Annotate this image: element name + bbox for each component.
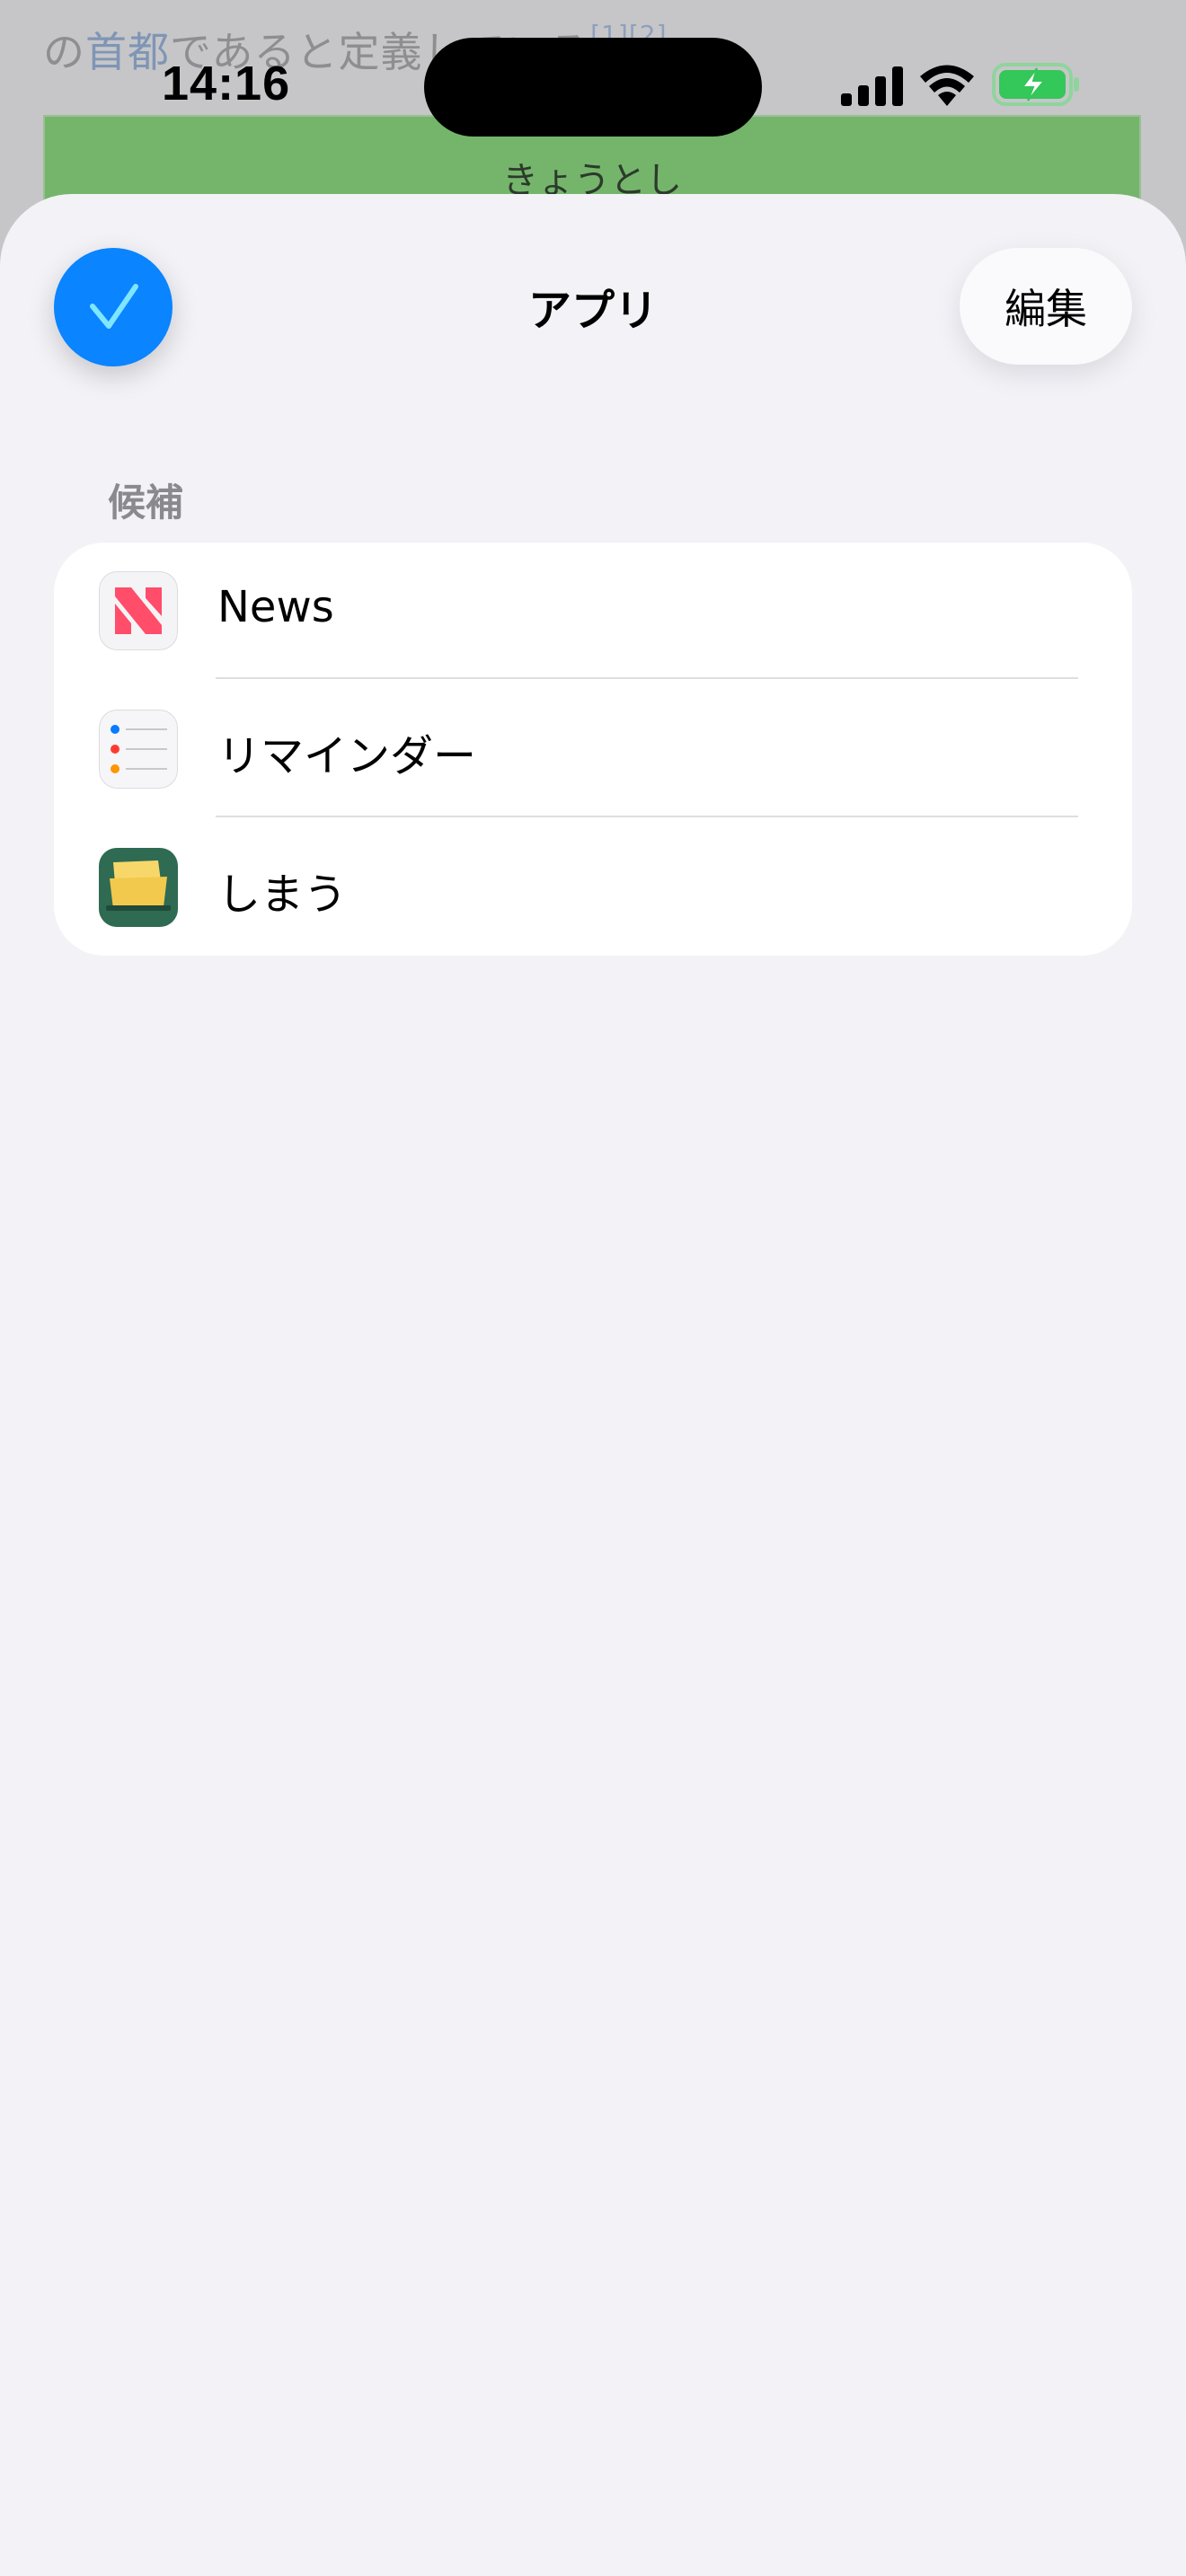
list-item-shimau[interactable]: しまう [54,819,1132,956]
news-app-icon [99,571,178,650]
list-item-label: リマインダー [217,731,477,781]
row-separator [216,677,1078,679]
background-link: 首都 [85,28,170,76]
list-item-label: News [217,582,334,632]
shimau-app-icon [99,848,178,927]
dynamic-island [424,38,762,137]
edit-button[interactable]: 編集 [960,248,1132,365]
status-time: 14:16 [162,57,291,110]
list-item-news[interactable]: News [54,543,1132,679]
cellular-signal-icon [841,66,903,106]
row-separator [216,816,1078,817]
suggestions-list: News リマインダー しまう [54,543,1132,956]
background-text-segment: の [43,28,85,76]
list-item-label: しまう [217,869,348,920]
reminders-app-icon [99,710,178,789]
list-item-reminders[interactable]: リマインダー [54,681,1132,817]
apps-sheet: アプリ 編集 候補 News リマインダー しまう [0,194,1186,2576]
edit-button-label: 編集 [1005,286,1087,332]
wifi-icon [920,65,974,106]
battery-charging-icon [992,63,1079,106]
section-header-suggestions: 候補 [108,481,184,525]
